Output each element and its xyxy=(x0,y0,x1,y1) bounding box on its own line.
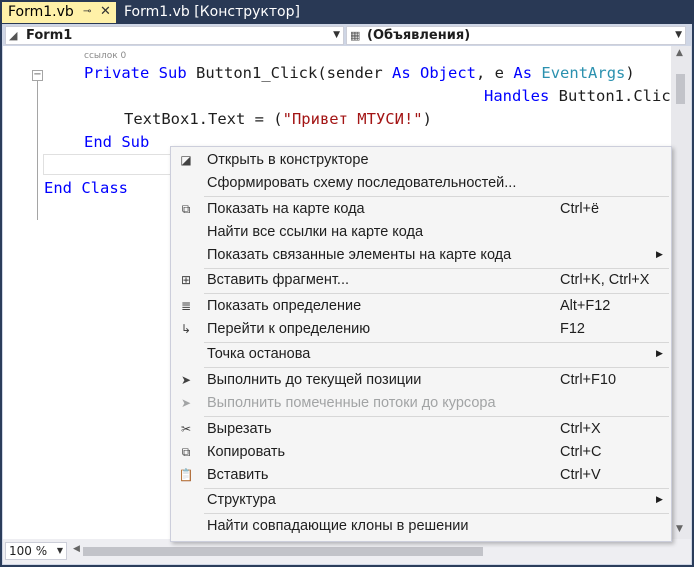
menu-item-cut[interactable]: ✂ Вырезать Ctrl+X xyxy=(172,418,670,441)
chevron-down-icon[interactable]: ▼ xyxy=(333,27,340,44)
submenu-arrow-icon: ▶ xyxy=(656,349,663,359)
code-lens-references[interactable]: ссылок 0 xyxy=(84,51,126,61)
submenu-arrow-icon: ▶ xyxy=(656,250,663,260)
insert-snippet-icon: ⊞ xyxy=(180,273,192,287)
menu-item-open-in-designer[interactable]: ◪ Открыть в конструкторе xyxy=(172,149,670,172)
declarations-icon: ▦ xyxy=(350,29,361,42)
menu-item-show-related-on-code-map[interactable]: Показать связанные элементы на карте код… xyxy=(172,244,670,267)
paste-icon: 📋 xyxy=(178,468,194,482)
peek-definition-icon: ≣ xyxy=(180,299,192,313)
class-dropdown-value: Form1 xyxy=(26,28,73,43)
menu-item-peek-definition[interactable]: ≣ Показать определение Alt+F12 xyxy=(172,295,670,318)
run-flagged-threads-icon: ➤ xyxy=(180,396,192,410)
menu-item-outlining[interactable]: Структура ▶ xyxy=(172,489,670,512)
code-line-2: Handles Button1.Click xyxy=(484,87,671,105)
member-dropdown[interactable]: ▦ (Объявления) ▼ xyxy=(346,26,686,45)
menu-item-find-matching-clones[interactable]: Найти совпадающие клоны в решении xyxy=(172,515,670,538)
chevron-down-icon[interactable]: ▼ xyxy=(675,27,682,44)
context-menu: ◪ Открыть в конструкторе Сформировать сх… xyxy=(170,146,672,542)
menu-item-copy[interactable]: ⧉ Копировать Ctrl+C xyxy=(172,441,670,464)
collapse-icon[interactable]: − xyxy=(32,70,43,81)
code-line-3: TextBox1.Text = ("Привет МТУСИ!") xyxy=(124,110,432,128)
menu-item-run-to-cursor[interactable]: ➤ Выполнить до текущей позиции Ctrl+F10 xyxy=(172,369,670,392)
pin-icon[interactable]: ⊸ xyxy=(83,2,91,22)
horizontal-scrollbar-thumb[interactable] xyxy=(83,547,483,556)
editor-bottom-bar: 100 % ▼ ◀ xyxy=(3,539,691,564)
tab-form1-vb-designer[interactable]: Form1.vb [Конструктор] xyxy=(118,2,300,23)
copy-icon: ⧉ xyxy=(181,445,191,459)
menu-separator xyxy=(204,416,669,417)
tab-label: Form1.vb [Конструктор] xyxy=(124,4,300,20)
tab-label: Form1.vb xyxy=(8,4,74,20)
menu-item-go-to-definition[interactable]: ↳ Перейти к определению F12 xyxy=(172,318,670,341)
vb-class-icon: ◢ xyxy=(9,29,18,42)
member-dropdown-value: (Объявления) xyxy=(367,28,471,43)
close-icon[interactable]: ✕ xyxy=(100,2,111,22)
submenu-arrow-icon: ▶ xyxy=(656,495,663,505)
navigation-bar: ◢ Form1 ▼ ▦ (Объявления) ▼ xyxy=(3,25,691,46)
scroll-left-icon[interactable]: ◀ xyxy=(73,544,80,554)
code-line-5: End Class xyxy=(44,179,129,197)
menu-item-breakpoint[interactable]: Точка останова ▶ xyxy=(172,343,670,366)
menu-item-insert-snippet[interactable]: ⊞ Вставить фрагмент... Ctrl+K, Ctrl+X xyxy=(172,269,670,292)
outline-guide xyxy=(37,74,38,220)
run-to-cursor-icon: ➤ xyxy=(180,373,192,387)
menu-item-paste[interactable]: 📋 Вставить Ctrl+V xyxy=(172,464,670,487)
tab-form1-vb[interactable]: Form1.vb ⊸ ✕ xyxy=(2,2,116,23)
menu-item-generate-sequence-diagram[interactable]: Сформировать схему последовательностей..… xyxy=(172,172,670,195)
menu-item-run-flagged-threads: ➤ Выполнить помеченные потоки до курсора xyxy=(172,392,670,415)
scroll-up-icon[interactable]: ▲ xyxy=(676,48,683,58)
chevron-down-icon[interactable]: ▼ xyxy=(57,543,63,559)
open-designer-icon: ◪ xyxy=(180,153,192,167)
zoom-value: 100 % xyxy=(9,544,48,558)
code-map-icon: ⧉ xyxy=(181,202,191,216)
menu-separator xyxy=(204,513,669,514)
zoom-dropdown[interactable]: 100 % ▼ xyxy=(5,542,67,560)
menu-item-find-all-references-code-map[interactable]: Найти все ссылки на карте кода xyxy=(172,221,670,244)
cut-icon: ✂ xyxy=(180,422,192,436)
code-line-1: Private Sub Button1_Click(sender As Obje… xyxy=(84,64,635,82)
go-to-definition-icon: ↳ xyxy=(180,322,192,336)
menu-separator xyxy=(204,196,669,197)
scroll-down-icon[interactable]: ▼ xyxy=(676,524,683,534)
code-line-4: End Sub xyxy=(84,133,150,151)
class-dropdown[interactable]: ◢ Form1 ▼ xyxy=(5,26,344,45)
menu-separator xyxy=(204,293,669,294)
scrollbar-thumb[interactable] xyxy=(676,74,685,104)
vertical-scrollbar[interactable]: ▲ ▼ xyxy=(671,46,691,539)
menu-separator xyxy=(204,367,669,368)
document-tab-strip: Form1.vb ⊸ ✕ Form1.vb [Конструктор] xyxy=(0,0,694,24)
menu-item-show-on-code-map[interactable]: ⧉ Показать на карте кода Ctrl+ё xyxy=(172,198,670,221)
